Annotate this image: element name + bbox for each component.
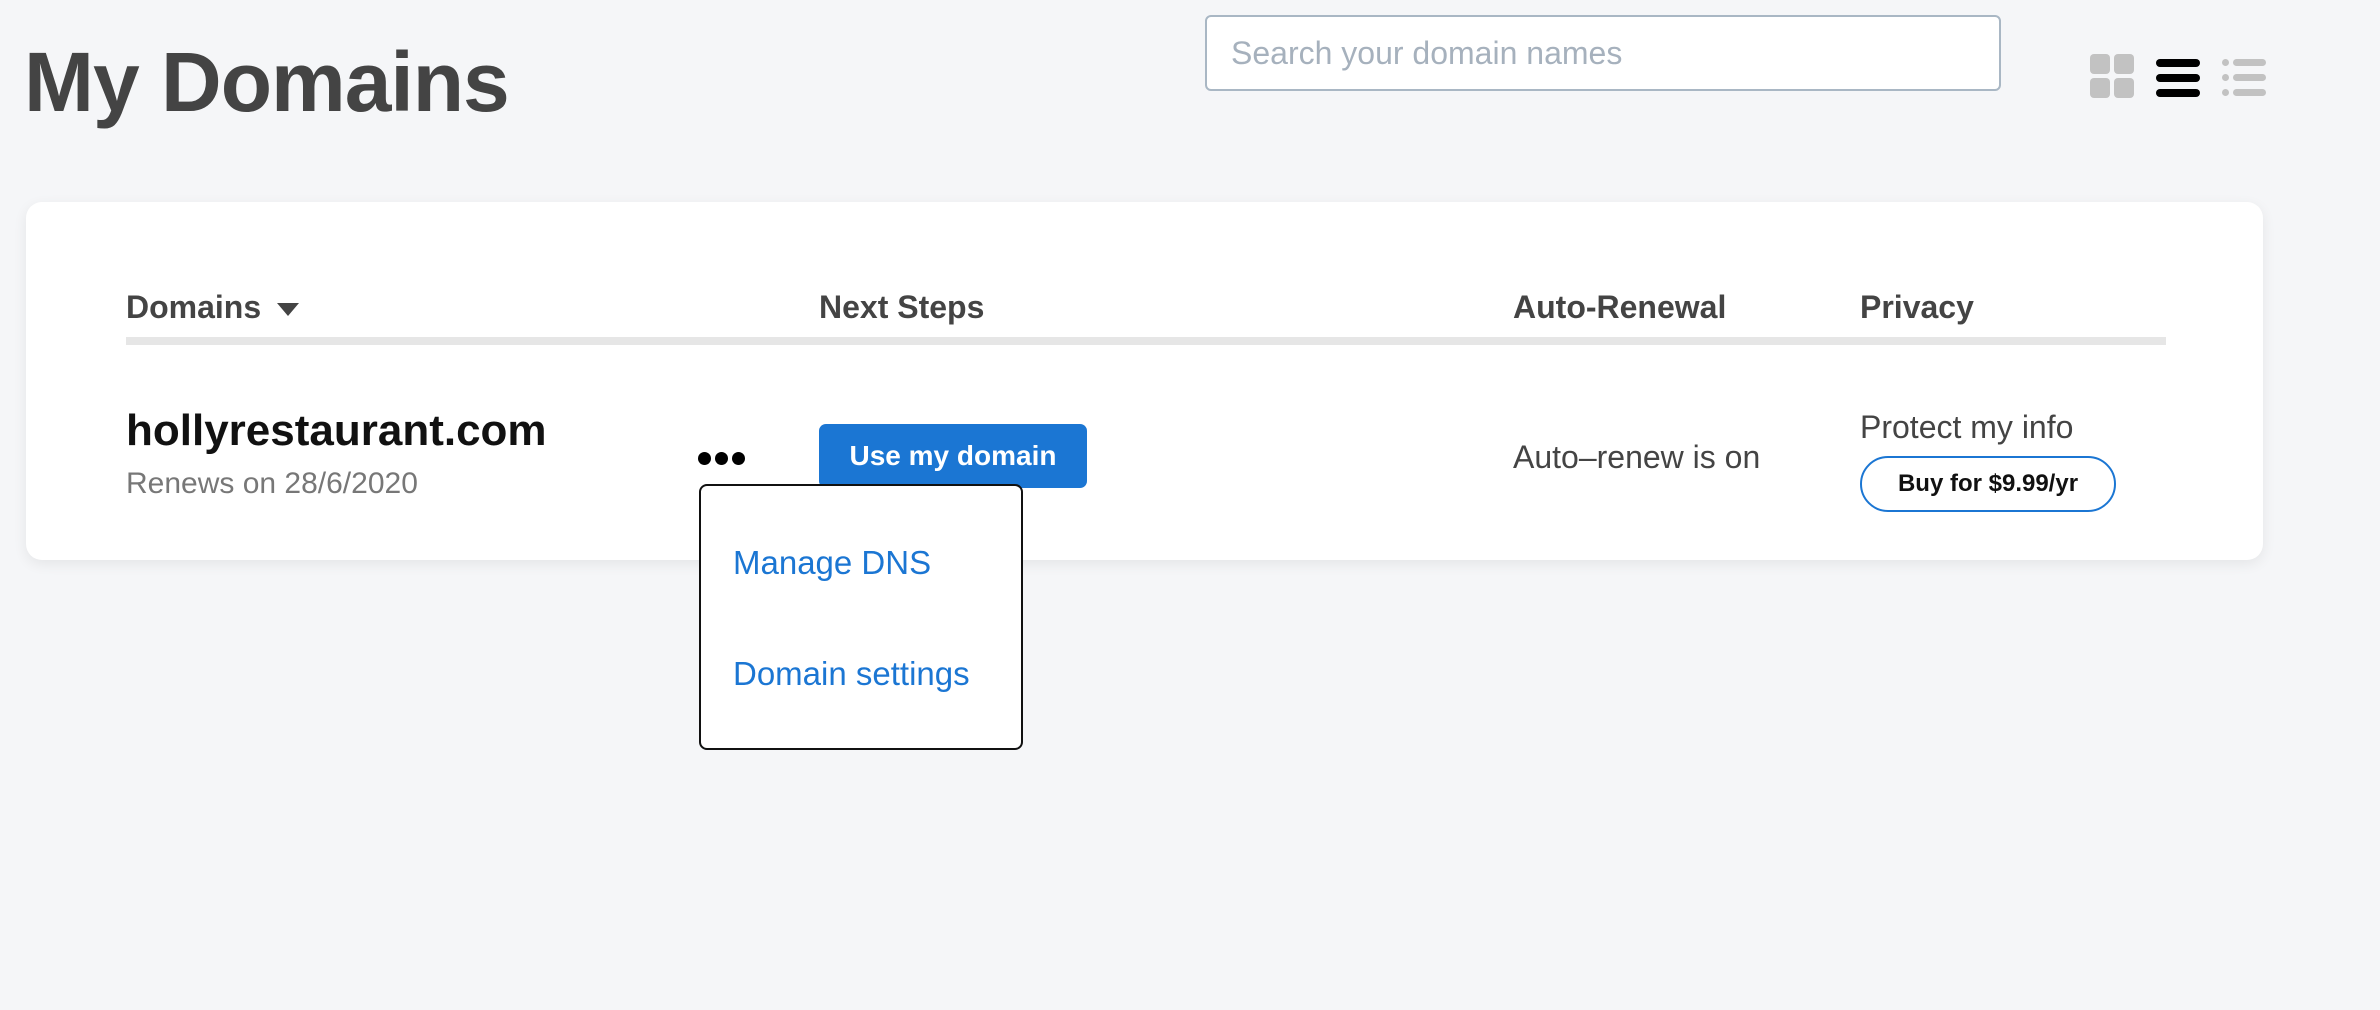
menu-item-domain-settings[interactable]: Domain settings <box>733 655 970 693</box>
privacy-label: Protect my info <box>1860 409 2074 445</box>
grid-view-icon[interactable] <box>2090 54 2136 100</box>
column-header-label: Domains <box>126 289 262 325</box>
auto-renew-status: Auto–renew is on <box>1513 439 1761 475</box>
column-header-privacy: Privacy <box>1860 289 1974 325</box>
compact-list-view-icon[interactable] <box>2222 54 2268 100</box>
use-my-domain-button[interactable]: Use my domain <box>819 424 1087 488</box>
header-divider <box>126 337 2166 345</box>
column-header-domains[interactable]: Domains <box>126 289 300 326</box>
renewal-date: Renews on 28/6/2020 <box>126 467 418 500</box>
more-options-icon[interactable] <box>698 448 745 469</box>
menu-item-manage-dns[interactable]: Manage DNS <box>733 544 931 582</box>
buy-privacy-button[interactable]: Buy for $9.99/yr <box>1860 456 2116 512</box>
page-title: My Domains <box>24 35 510 129</box>
view-toggle <box>2090 54 2268 100</box>
search-input[interactable] <box>1205 15 2001 91</box>
column-header-auto-renewal: Auto-Renewal <box>1513 289 1727 325</box>
sort-caret-down-icon[interactable] <box>277 303 300 316</box>
domain-name[interactable]: hollyrestaurant.com <box>126 406 547 456</box>
column-header-next-steps: Next Steps <box>819 289 985 325</box>
more-options-menu: Manage DNS Domain settings <box>699 484 1023 750</box>
domains-table-card: Domains Next Steps Auto-Renewal Privacy … <box>26 202 2263 560</box>
list-view-icon[interactable] <box>2156 54 2202 100</box>
